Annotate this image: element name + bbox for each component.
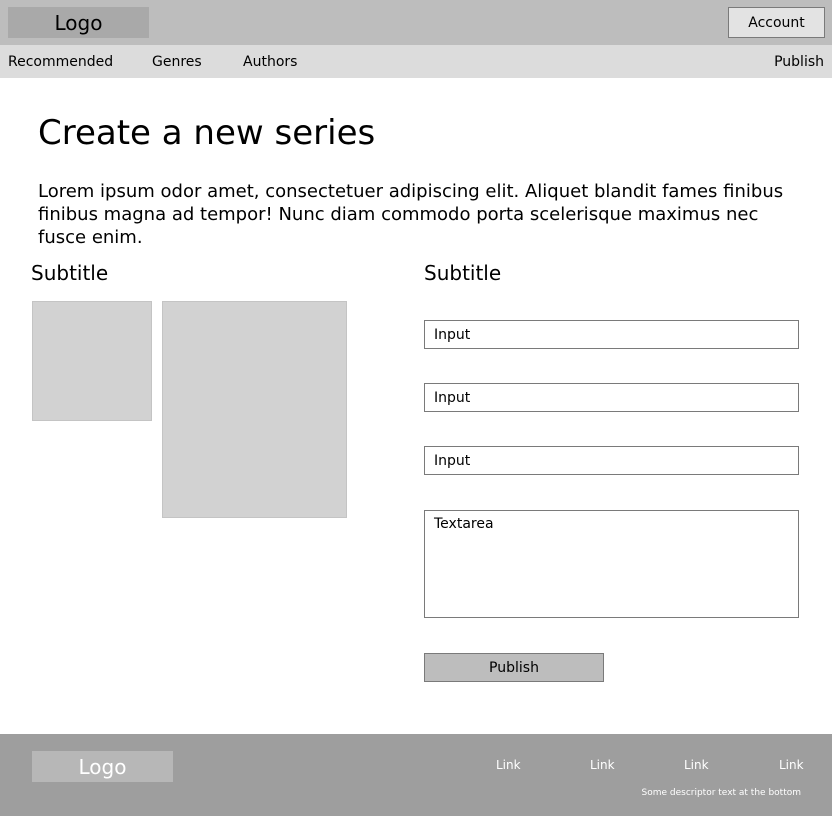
footer-link-2[interactable]: Link [590, 758, 615, 772]
input-field-1[interactable]: Input [424, 320, 799, 349]
footer-logo[interactable]: Logo [32, 751, 173, 782]
header-logo[interactable]: Logo [8, 7, 149, 38]
image-placeholder-small [32, 301, 152, 421]
nav-bar: Recommended Genres Authors Publish [0, 45, 832, 78]
intro-paragraph: Lorem ipsum odor amet, consectetuer adip… [38, 181, 784, 248]
page-title: Create a new series [38, 113, 376, 153]
page: Logo Account Recommended Genres Authors … [0, 0, 832, 816]
nav-item-authors[interactable]: Authors [243, 45, 297, 78]
nav-item-recommended[interactable]: Recommended [8, 45, 113, 78]
footer-link-4[interactable]: Link [779, 758, 804, 772]
account-button[interactable]: Account [728, 7, 825, 38]
nav-item-publish[interactable]: Publish [774, 45, 824, 78]
footer-link-3[interactable]: Link [684, 758, 709, 772]
publish-button[interactable]: Publish [424, 653, 604, 682]
input-field-2[interactable]: Input [424, 383, 799, 412]
nav-item-genres[interactable]: Genres [152, 45, 202, 78]
left-subtitle: Subtitle [31, 261, 109, 285]
input-field-3[interactable]: Input [424, 446, 799, 475]
footer-link-1[interactable]: Link [496, 758, 521, 772]
right-subtitle: Subtitle [424, 261, 502, 285]
footer-descriptor: Some descriptor text at the bottom [641, 788, 802, 798]
textarea-field[interactable]: Textarea [424, 510, 799, 618]
top-header: Logo Account [0, 0, 832, 45]
image-placeholder-large [162, 301, 347, 518]
footer: Logo Link Link Link Link Some descriptor… [0, 734, 832, 816]
